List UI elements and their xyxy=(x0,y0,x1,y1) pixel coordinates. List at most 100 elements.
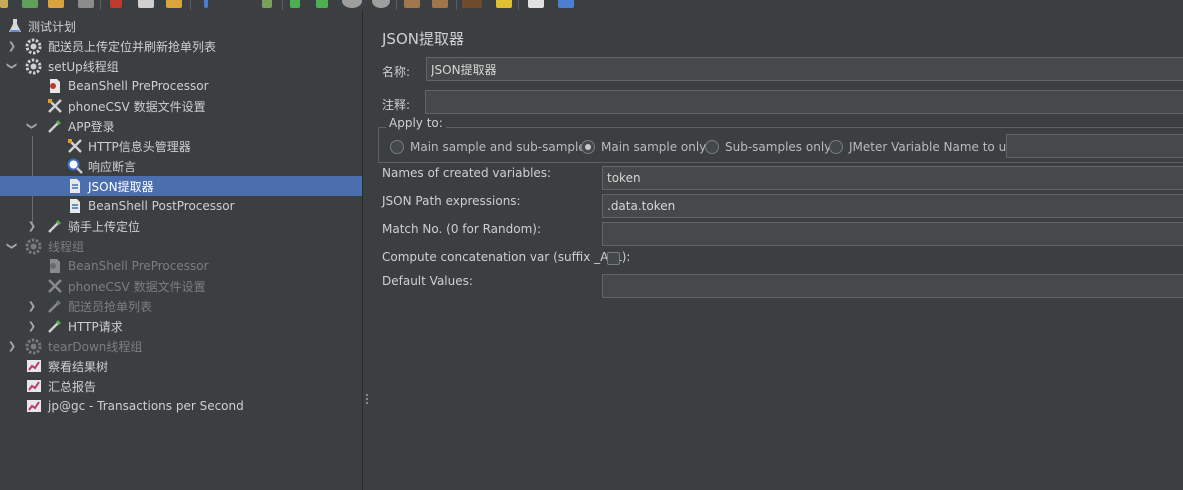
name-label: 名称: xyxy=(382,65,411,79)
json-path-field[interactable] xyxy=(602,194,1183,218)
listener-chart-icon xyxy=(25,378,42,395)
expand-arrow-icon[interactable]: ❯ xyxy=(27,296,37,316)
tree-item-label: JSON提取器 xyxy=(88,179,154,194)
help-icon[interactable] xyxy=(558,0,574,8)
expand-arrow-icon[interactable]: ❯ xyxy=(7,336,17,356)
tree-item-beanshell-postprocessor[interactable]: BeanShell PostProcessor xyxy=(0,196,362,216)
sampler-pipette-icon xyxy=(46,218,63,235)
tree-item-csv-data-set[interactable]: phoneCSV 数据文件设置 xyxy=(0,96,362,116)
listener-chart-icon xyxy=(25,358,42,375)
collapse-arrow-icon[interactable]: ❯ xyxy=(2,241,22,251)
toolbar-separator xyxy=(100,0,101,10)
main-toolbar xyxy=(0,0,1183,10)
thread-group-gear-icon xyxy=(25,238,42,255)
tree-item-label: HTTP请求 xyxy=(68,319,123,334)
expand-arrow-icon[interactable]: ❯ xyxy=(7,36,17,56)
tree-item-thread-group[interactable]: ❯ 配送员上传定位并刷新抢单列表 xyxy=(0,36,362,56)
cut-icon[interactable] xyxy=(110,0,122,8)
tree-item-beanshell-preprocessor[interactable]: BeanShell PreProcessor xyxy=(0,76,362,96)
radio-button[interactable] xyxy=(705,140,719,154)
radio-main-sample-only[interactable]: Main sample only xyxy=(581,138,706,156)
jmeter-variable-name-field[interactable] xyxy=(1006,134,1183,158)
json-extractor-form: JSON提取器 名称: 注释: Apply to: Main sample an… xyxy=(370,10,1183,490)
tree-item-label: phoneCSV 数据文件设置 xyxy=(68,279,206,294)
radio-main-and-sub-samples[interactable]: Main sample and sub-samples xyxy=(390,138,592,156)
listener-chart-icon xyxy=(25,398,42,415)
tree-item-response-assertion[interactable]: 响应断言 xyxy=(0,156,362,176)
radio-label: Main sample and sub-samples xyxy=(410,140,592,154)
radio-button[interactable] xyxy=(829,140,843,154)
assertion-magnifier-icon xyxy=(66,158,83,175)
tree-item-json-extractor[interactable]: JSON提取器 xyxy=(0,176,362,196)
radio-label: Sub-samples only xyxy=(725,140,832,154)
tree-item-csv-data-set-disabled[interactable]: phoneCSV 数据文件设置 xyxy=(0,276,362,296)
collapse-arrow-icon[interactable]: ❯ xyxy=(2,61,22,71)
comment-field[interactable] xyxy=(425,90,1183,114)
clear-icon[interactable] xyxy=(404,0,420,8)
default-values-field[interactable] xyxy=(602,274,1183,298)
page-title: JSON提取器 xyxy=(382,30,464,48)
thread-group-gear-icon xyxy=(25,338,42,355)
tree-item-rider-upload-location[interactable]: ❯ 骑手上传定位 xyxy=(0,216,362,236)
tree-item-label: 响应断言 xyxy=(88,159,137,174)
tree-item-label: tearDown线程组 xyxy=(48,339,143,354)
paste-icon[interactable] xyxy=(166,0,182,8)
apply-to-legend: Apply to: xyxy=(386,116,446,130)
expand-icon[interactable] xyxy=(204,0,208,8)
clear-all-icon[interactable] xyxy=(432,0,448,8)
copy-icon[interactable] xyxy=(138,0,154,8)
variables-field[interactable] xyxy=(602,166,1183,190)
postprocessor-icon xyxy=(66,198,83,215)
save-icon[interactable] xyxy=(78,0,94,8)
tree-item-label: BeanShell PreProcessor xyxy=(68,259,209,273)
tree-item-setup-thread-group[interactable]: ❯ setUp线程组 xyxy=(0,56,362,76)
tree-item-test-plan[interactable]: 测试计划 xyxy=(0,16,362,36)
expand-arrow-icon[interactable]: ❯ xyxy=(27,216,37,236)
tree-item-label: HTTP信息头管理器 xyxy=(88,139,191,154)
tree-item-summary-report[interactable]: 汇总报告 xyxy=(0,376,362,396)
variables-label: Names of created variables: xyxy=(382,166,552,180)
tree-item-rider-order-list[interactable]: ❯ 配送员抢单列表 xyxy=(0,296,362,316)
postprocessor-icon xyxy=(66,178,83,195)
test-plan-icon xyxy=(6,18,23,35)
test-plan-tree[interactable]: 测试计划 ❯ 配送员上传定位并刷新抢单列表 ❯ setUp线程组 BeanShe… xyxy=(0,10,362,490)
tree-item-transactions-per-second[interactable]: jp@gc - Transactions per Second xyxy=(0,396,362,416)
reset-search-icon[interactable] xyxy=(496,0,512,8)
start-no-pauses-icon[interactable] xyxy=(316,0,328,8)
tree-item-http-request[interactable]: ❯ HTTP请求 xyxy=(0,316,362,336)
concat-checkbox[interactable] xyxy=(607,252,620,265)
tree-item-http-header-manager[interactable]: HTTP信息头管理器 xyxy=(0,136,362,156)
toggle-icon[interactable] xyxy=(262,0,272,8)
match-no-label: Match No. (0 for Random): xyxy=(382,222,542,236)
tree-item-label: phoneCSV 数据文件设置 xyxy=(68,99,206,114)
match-no-field[interactable] xyxy=(602,222,1183,246)
tree-item-beanshell-preprocessor-disabled[interactable]: BeanShell PreProcessor xyxy=(0,256,362,276)
tree-item-label: BeanShell PostProcessor xyxy=(88,199,235,213)
radio-jmeter-variable[interactable]: JMeter Variable Name to use xyxy=(829,138,1020,156)
templates-icon[interactable] xyxy=(22,0,38,8)
toolbar-separator xyxy=(282,0,283,10)
shutdown-icon[interactable] xyxy=(372,0,390,8)
toolbar-separator xyxy=(396,0,397,10)
thread-group-gear-icon xyxy=(25,58,42,75)
new-icon[interactable] xyxy=(0,0,8,8)
expand-arrow-icon[interactable]: ❯ xyxy=(27,316,37,336)
collapse-arrow-icon[interactable]: ❯ xyxy=(22,121,42,131)
panel-splitter[interactable] xyxy=(362,10,370,490)
radio-sub-samples-only[interactable]: Sub-samples only xyxy=(705,138,831,156)
tree-item-view-results-tree[interactable]: 察看结果树 xyxy=(0,356,362,376)
open-icon[interactable] xyxy=(48,0,64,8)
function-helper-icon[interactable] xyxy=(528,0,544,8)
comment-label: 注释: xyxy=(382,98,411,112)
stop-icon[interactable] xyxy=(342,0,362,8)
preprocessor-icon xyxy=(46,78,63,95)
tree-item-teardown-thread-group[interactable]: ❯ tearDown线程组 xyxy=(0,336,362,356)
toolbar-separator xyxy=(456,0,457,10)
tree-item-thread-group-disabled[interactable]: ❯ 线程组 xyxy=(0,236,362,256)
tree-item-app-login[interactable]: ❯ APP登录 xyxy=(0,116,362,136)
radio-button[interactable] xyxy=(390,140,404,154)
name-field[interactable] xyxy=(426,57,1183,81)
search-binoculars-icon[interactable] xyxy=(462,0,482,8)
start-icon[interactable] xyxy=(290,0,300,8)
radio-button[interactable] xyxy=(581,140,595,154)
